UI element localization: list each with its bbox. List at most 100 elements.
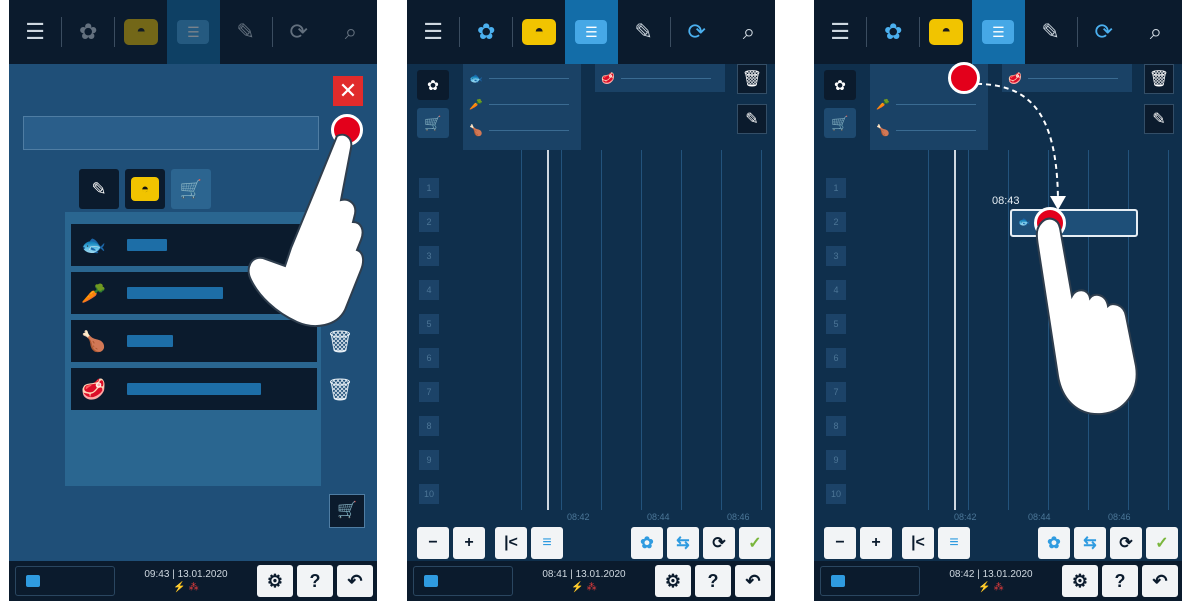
list-item[interactable]: 🍗	[876, 120, 976, 140]
back-button[interactable]: ↶	[735, 565, 771, 597]
cooking-paths-tab-icon[interactable]: ◓	[125, 169, 165, 209]
vegetables-icon: 🥕	[876, 98, 890, 111]
cooking-paths-icon[interactable]: ◓	[920, 0, 972, 64]
intelligent-cooking-tool-icon[interactable]: ✿	[631, 527, 663, 559]
poultry-icon: 🍗	[469, 124, 483, 137]
settings-button[interactable]: ⚙	[1062, 565, 1098, 597]
delete-button[interactable]: 🗑	[1144, 64, 1174, 94]
zoom-in-button[interactable]: +	[860, 527, 892, 559]
close-button[interactable]: ✕	[333, 76, 363, 106]
zoom-in-button[interactable]: +	[453, 527, 485, 559]
planning-icon[interactable]: ☰	[972, 0, 1025, 64]
search-icon[interactable]: ⌕	[1130, 0, 1182, 64]
date-text: 13.01.2020	[575, 569, 626, 580]
help-button[interactable]: ?	[297, 565, 333, 597]
intelligent-cooking-icon[interactable]: ✿	[62, 0, 114, 64]
timeline-toolbar: − + |< ≡ ✿ ⇆ ⟳ ✓	[407, 527, 775, 563]
list-item[interactable]: 🥕	[469, 94, 569, 114]
list-item[interactable]: 🥕	[876, 94, 976, 114]
back-button[interactable]: ↶	[1142, 565, 1178, 597]
intelligent-cooking-icon[interactable]: ✿	[867, 0, 919, 64]
meat-icon: 🥩	[81, 378, 106, 401]
vegetables-icon: 🥕	[469, 98, 483, 111]
planning-status-button[interactable]	[15, 566, 115, 596]
top-menu-bar: ☰ ✿ ◓ ☰ ✎ ⟳ ⌕	[814, 0, 1182, 64]
service-icon[interactable]: ⟳	[1078, 0, 1130, 64]
bottom-bar: 08:41 | 13.01.2020 ⚡ ⁂ ⚙ ? ↶	[407, 561, 775, 601]
intelligent-cooking-icon[interactable]: ✿	[460, 0, 512, 64]
search-icon[interactable]: ⌕	[325, 0, 377, 64]
panel-add-to-basket: ☰ ✿ ◓ ☰ ✎ ⟳ ⌕ ✕ ✎ ◓ 🛒 🐟 🥕 🍗 🥩 🗑 🗑 🛒 09:4…	[9, 0, 377, 601]
edit-button[interactable]: ✎	[737, 104, 767, 134]
planning-status-button[interactable]	[820, 566, 920, 596]
basket-items-area: ✿ 🛒 🐟 🥕 🍗 🥩 🗑 ✎	[407, 64, 775, 150]
shelf-slot: 10	[826, 484, 846, 504]
time-tick: 08:46	[1108, 512, 1131, 522]
programming-icon[interactable]: ✎	[618, 0, 670, 64]
search-icon[interactable]: ⌕	[723, 0, 775, 64]
list-item[interactable]: 🐟	[469, 68, 569, 88]
start-tool-icon[interactable]: ⟳	[703, 527, 735, 559]
service-icon[interactable]: ⟳	[671, 0, 723, 64]
reorder-button[interactable]: ≡	[938, 527, 970, 559]
programming-icon[interactable]: ✎	[220, 0, 272, 64]
menu-icon[interactable]: ☰	[407, 0, 459, 64]
intelligent-cooking-filter-icon[interactable]: ✿	[824, 70, 856, 100]
planning-status-button[interactable]	[413, 566, 513, 596]
planning-chip-icon	[831, 575, 845, 587]
zoom-out-button[interactable]: −	[417, 527, 449, 559]
shelf-slot: 1	[826, 178, 846, 198]
shopping-cart-tab-icon[interactable]: 🛒	[171, 169, 211, 209]
time-text: 08:41	[542, 569, 568, 580]
cooking-paths-icon[interactable]: ◓	[115, 0, 167, 64]
item-label	[127, 383, 261, 395]
shelf-slot: 9	[826, 450, 846, 470]
basket-column: 🥩	[595, 64, 725, 92]
jump-to-now-button[interactable]: |<	[495, 527, 527, 559]
shelf-slot: 2	[826, 212, 846, 232]
list-item[interactable]: 🥩	[601, 68, 711, 88]
source-tabs: ✎ ◓ 🛒	[79, 169, 211, 209]
planning-icon[interactable]: ☰	[167, 0, 220, 64]
basket-filter-icon[interactable]: 🛒	[417, 108, 449, 138]
end-tool-icon[interactable]: ✓	[739, 527, 771, 559]
help-button[interactable]: ?	[695, 565, 731, 597]
list-item[interactable]: 🍗	[469, 120, 569, 140]
shelf-slot: 3	[826, 246, 846, 266]
shelf-slot: 4	[826, 280, 846, 300]
service-icon[interactable]: ⟳	[273, 0, 325, 64]
delete-button[interactable]: 🗑	[737, 64, 767, 94]
planning-chip-icon	[26, 575, 40, 587]
programs-tab-icon[interactable]: ✎	[79, 169, 119, 209]
align-tool-icon[interactable]: ⇆	[1074, 527, 1106, 559]
zoom-out-button[interactable]: −	[824, 527, 856, 559]
shelf-slot: 3	[419, 246, 439, 266]
settings-button[interactable]: ⚙	[655, 565, 691, 597]
menu-icon[interactable]: ☰	[9, 0, 61, 64]
reorder-button[interactable]: ≡	[531, 527, 563, 559]
vegetables-icon: 🥕	[81, 282, 106, 305]
trash-icon[interactable]: 🗑	[325, 372, 355, 408]
programming-icon[interactable]: ✎	[1025, 0, 1077, 64]
add-to-basket-button[interactable]: 🛒	[329, 494, 365, 528]
jump-to-now-button[interactable]: |<	[902, 527, 934, 559]
intelligent-cooking-filter-icon[interactable]: ✿	[417, 70, 449, 100]
settings-button[interactable]: ⚙	[257, 565, 293, 597]
menu-icon[interactable]: ☰	[814, 0, 866, 64]
list-item[interactable]: 🥩	[71, 368, 317, 410]
basket-filter-icon[interactable]: 🛒	[824, 108, 856, 138]
start-tool-icon[interactable]: ⟳	[1110, 527, 1142, 559]
edit-button[interactable]: ✎	[1144, 104, 1174, 134]
intelligent-cooking-tool-icon[interactable]: ✿	[1038, 527, 1070, 559]
shelf-slot: 2	[419, 212, 439, 232]
shelf-slot: 4	[419, 280, 439, 300]
align-tool-icon[interactable]: ⇆	[667, 527, 699, 559]
help-button[interactable]: ?	[1102, 565, 1138, 597]
current-time-line	[547, 150, 549, 510]
shelf-slot: 5	[826, 314, 846, 334]
action-tool-group: ✿ ⇆ ⟳ ✓	[1038, 527, 1178, 559]
cooking-paths-icon[interactable]: ◓	[513, 0, 565, 64]
end-tool-icon[interactable]: ✓	[1146, 527, 1178, 559]
planning-icon[interactable]: ☰	[565, 0, 618, 64]
back-button[interactable]: ↶	[337, 565, 373, 597]
